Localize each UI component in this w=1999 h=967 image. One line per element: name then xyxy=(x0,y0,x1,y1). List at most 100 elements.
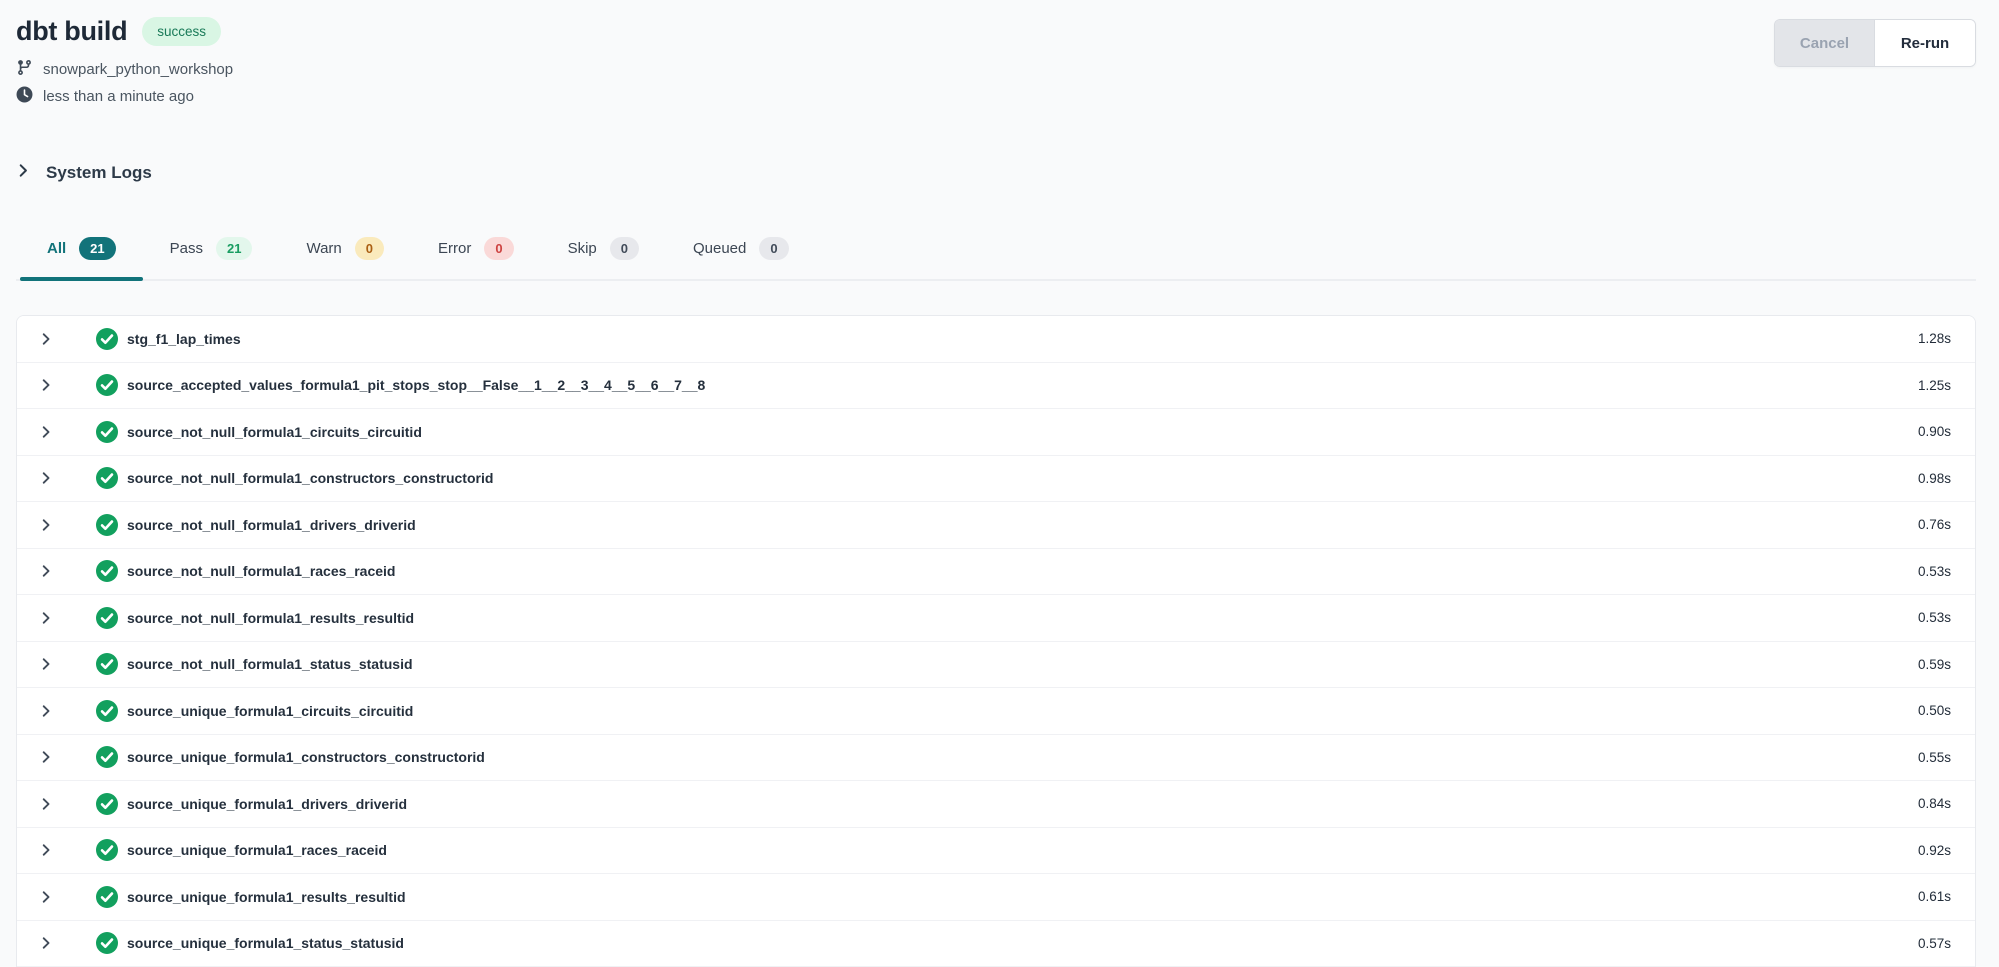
expand-chevron-icon[interactable] xyxy=(37,330,55,348)
result-duration: 1.25s xyxy=(1918,378,1951,393)
check-circle-icon xyxy=(96,746,118,768)
run-header: dbt build success snowpark_python_worksh… xyxy=(16,16,1976,107)
check-circle-icon xyxy=(96,839,118,861)
tab-count-badge: 0 xyxy=(759,237,788,260)
expand-chevron-icon[interactable] xyxy=(37,516,55,534)
expand-chevron-icon[interactable] xyxy=(37,702,55,720)
check-circle-icon xyxy=(96,467,118,489)
expand-chevron-icon[interactable] xyxy=(37,423,55,441)
check-circle-icon xyxy=(96,328,118,350)
branch-row: snowpark_python_workshop xyxy=(16,59,233,80)
result-name: source_not_null_formula1_results_resulti… xyxy=(127,610,414,626)
check-circle-icon xyxy=(96,700,118,722)
tab-warn[interactable]: Warn 0 xyxy=(279,237,411,279)
result-row[interactable]: source_unique_formula1_status_statusid 0… xyxy=(17,921,1975,967)
page-title: dbt build xyxy=(16,16,127,47)
result-row[interactable]: source_unique_formula1_drivers_driverid … xyxy=(17,781,1975,828)
expand-chevron-icon[interactable] xyxy=(37,609,55,627)
result-row[interactable]: source_accepted_values_formula1_pit_stop… xyxy=(17,363,1975,410)
check-circle-icon xyxy=(96,793,118,815)
expand-chevron-icon[interactable] xyxy=(37,469,55,487)
tab-label: Warn xyxy=(306,240,341,257)
run-time-ago: less than a minute ago xyxy=(43,88,194,105)
tab-skip[interactable]: Skip 0 xyxy=(541,237,666,279)
result-duration: 0.90s xyxy=(1918,424,1951,439)
time-row: less than a minute ago xyxy=(16,86,233,107)
result-duration: 0.61s xyxy=(1918,889,1951,904)
expand-chevron-icon[interactable] xyxy=(37,655,55,673)
results-list: stg_f1_lap_times 1.28s source_accepted_v… xyxy=(16,315,1976,967)
result-name: source_unique_formula1_races_raceid xyxy=(127,842,387,858)
cancel-button[interactable]: Cancel xyxy=(1775,20,1875,66)
system-logs-toggle[interactable]: System Logs xyxy=(16,163,152,183)
expand-chevron-icon[interactable] xyxy=(37,748,55,766)
tab-count-badge: 0 xyxy=(610,237,639,260)
tab-label: Skip xyxy=(568,240,597,257)
expand-chevron-icon[interactable] xyxy=(37,841,55,859)
result-row[interactable]: source_not_null_formula1_constructors_co… xyxy=(17,456,1975,503)
result-row[interactable]: source_not_null_formula1_status_statusid… xyxy=(17,642,1975,689)
result-row[interactable]: source_not_null_formula1_races_raceid 0.… xyxy=(17,549,1975,596)
result-duration: 0.98s xyxy=(1918,471,1951,486)
tab-error[interactable]: Error 0 xyxy=(411,237,541,279)
result-duration: 1.28s xyxy=(1918,331,1951,346)
run-detail-page: dbt build success snowpark_python_worksh… xyxy=(0,0,1999,967)
result-duration: 0.55s xyxy=(1918,750,1951,765)
check-circle-icon xyxy=(96,932,118,954)
result-name: source_unique_formula1_results_resultid xyxy=(127,889,406,905)
result-name: source_accepted_values_formula1_pit_stop… xyxy=(127,377,705,393)
result-row[interactable]: source_unique_formula1_races_raceid 0.92… xyxy=(17,828,1975,875)
result-name: source_unique_formula1_status_statusid xyxy=(127,935,404,951)
result-name: source_not_null_formula1_status_statusid xyxy=(127,656,413,672)
result-row[interactable]: stg_f1_lap_times 1.28s xyxy=(17,316,1975,363)
result-duration: 0.50s xyxy=(1918,703,1951,718)
result-name: source_not_null_formula1_circuits_circui… xyxy=(127,424,422,440)
run-actions: Cancel Re-run xyxy=(1774,19,1976,67)
result-name: source_unique_formula1_drivers_driverid xyxy=(127,796,407,812)
tab-count-badge: 21 xyxy=(216,237,252,260)
result-duration: 0.84s xyxy=(1918,796,1951,811)
result-row[interactable]: source_unique_formula1_results_resultid … xyxy=(17,874,1975,921)
result-name: source_not_null_formula1_drivers_driveri… xyxy=(127,517,416,533)
expand-chevron-icon[interactable] xyxy=(37,376,55,394)
result-row[interactable]: source_not_null_formula1_drivers_driveri… xyxy=(17,502,1975,549)
tab-label: Pass xyxy=(170,240,203,257)
tab-label: Queued xyxy=(693,240,746,257)
tab-all[interactable]: All 21 xyxy=(20,237,143,279)
tab-label: All xyxy=(47,240,66,257)
rerun-button[interactable]: Re-run xyxy=(1875,20,1975,66)
result-duration: 0.92s xyxy=(1918,843,1951,858)
result-row[interactable]: source_unique_formula1_circuits_circuiti… xyxy=(17,688,1975,735)
check-circle-icon xyxy=(96,653,118,675)
result-name: stg_f1_lap_times xyxy=(127,331,241,347)
git-branch-icon xyxy=(16,59,33,80)
run-header-left: dbt build success snowpark_python_worksh… xyxy=(16,16,233,107)
result-row[interactable]: source_unique_formula1_constructors_cons… xyxy=(17,735,1975,782)
expand-chevron-icon[interactable] xyxy=(37,562,55,580)
tab-label: Error xyxy=(438,240,471,257)
clock-icon xyxy=(16,86,33,107)
result-row[interactable]: source_not_null_formula1_circuits_circui… xyxy=(17,409,1975,456)
result-duration: 0.53s xyxy=(1918,564,1951,579)
title-row: dbt build success xyxy=(16,16,233,47)
expand-chevron-icon[interactable] xyxy=(37,934,55,952)
check-circle-icon xyxy=(96,560,118,582)
check-circle-icon xyxy=(96,886,118,908)
result-duration: 0.57s xyxy=(1918,936,1951,951)
result-name: source_not_null_formula1_constructors_co… xyxy=(127,470,493,486)
tab-queued[interactable]: Queued 0 xyxy=(666,237,816,279)
tab-pass[interactable]: Pass 21 xyxy=(143,237,280,279)
branch-name: snowpark_python_workshop xyxy=(43,61,233,78)
chevron-right-icon xyxy=(16,163,31,183)
result-duration: 0.53s xyxy=(1918,610,1951,625)
tab-count-badge: 0 xyxy=(484,237,513,260)
result-row[interactable]: source_not_null_formula1_results_resulti… xyxy=(17,595,1975,642)
expand-chevron-icon[interactable] xyxy=(37,795,55,813)
expand-chevron-icon[interactable] xyxy=(37,888,55,906)
check-circle-icon xyxy=(96,514,118,536)
result-name: source_unique_formula1_constructors_cons… xyxy=(127,749,485,765)
tab-bar: All 21 Pass 21 Warn 0 Error 0 Skip 0 Que… xyxy=(16,237,1976,281)
result-name: source_unique_formula1_circuits_circuiti… xyxy=(127,703,413,719)
tab-count-badge: 0 xyxy=(355,237,384,260)
check-circle-icon xyxy=(96,421,118,443)
